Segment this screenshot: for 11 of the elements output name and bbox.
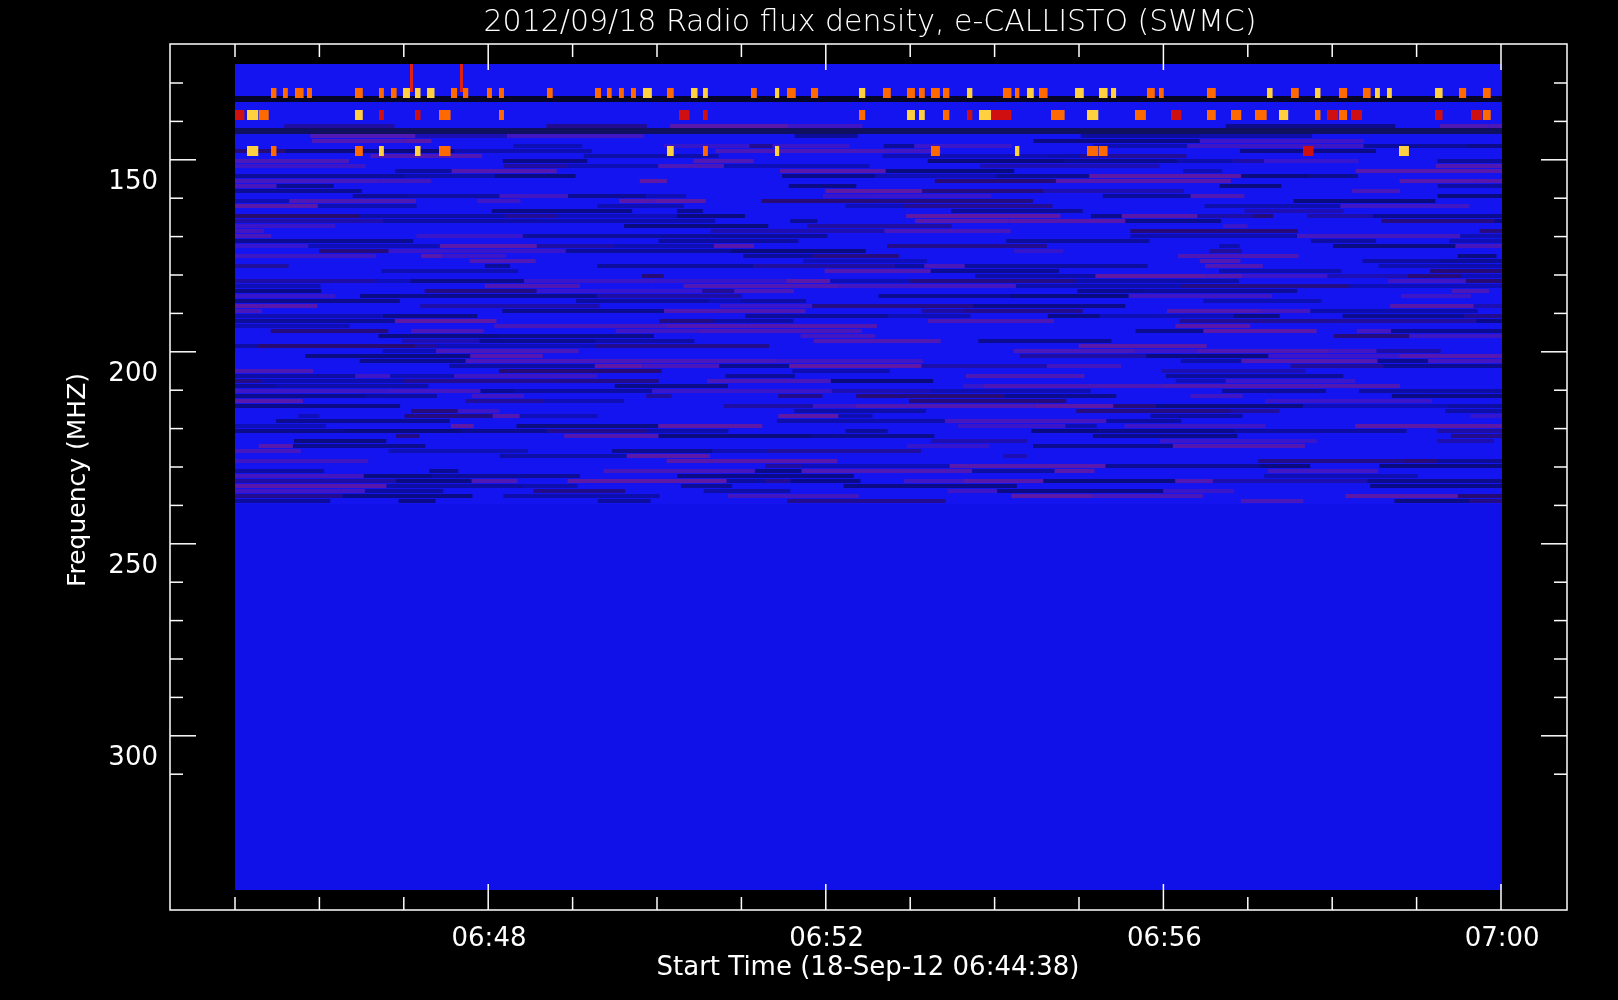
y-tick-label: 300 — [108, 741, 158, 771]
y-tick-label: 200 — [108, 357, 158, 387]
y-axis-label: Frequency (MHZ) — [62, 372, 91, 588]
x-axis-label: Start Time (18-Sep-12 06:44:38) — [656, 951, 1080, 981]
y-tick-label: 150 — [108, 165, 158, 195]
x-tick-label: 06:48 — [451, 922, 527, 952]
x-tick-label: 06:56 — [1126, 922, 1202, 952]
x-tick-label: 07:00 — [1464, 922, 1540, 952]
chart-title: 2012/09/18 Radio flux density, e-CALLISTO (SWMC) — [483, 3, 1257, 38]
x-tick-label: 06:52 — [789, 922, 865, 952]
y-tick-label: 250 — [108, 549, 158, 579]
